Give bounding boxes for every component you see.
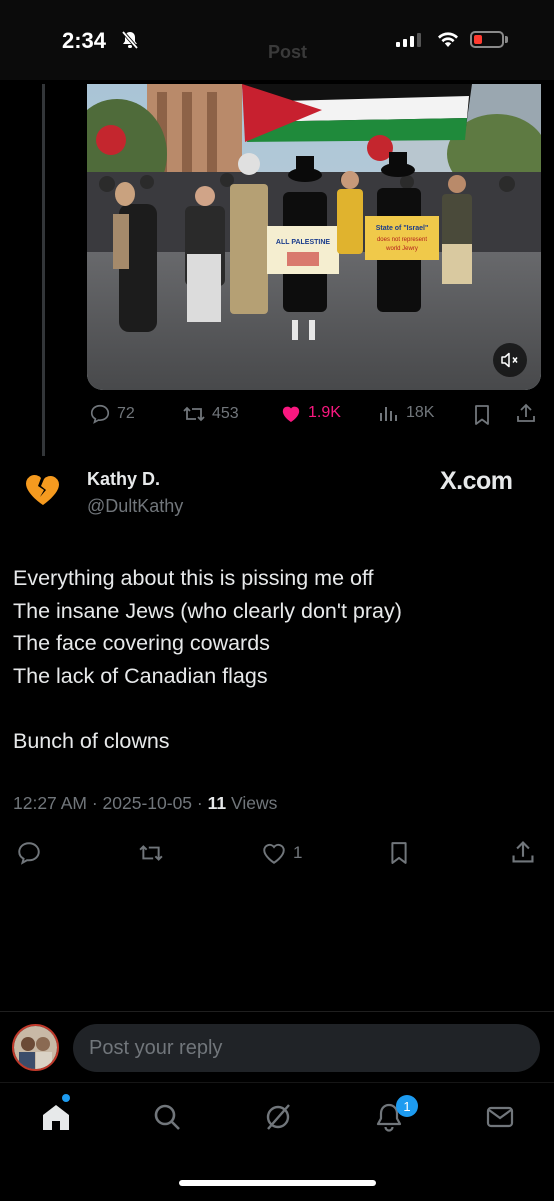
repost-stat[interactable]: 453 (182, 403, 239, 425)
silent-mode-icon (120, 30, 140, 55)
grok-tab[interactable] (262, 1101, 294, 1138)
divider (0, 1011, 554, 1012)
like-button[interactable]: 1 (261, 841, 302, 865)
like-count-main: 1 (293, 843, 303, 862)
svg-text:world Jewry: world Jewry (385, 246, 418, 252)
mail-icon (486, 1106, 514, 1128)
views-label: Views (230, 793, 278, 813)
thread-connector (42, 84, 45, 456)
repost-icon (139, 845, 163, 861)
bookmark-icon (475, 405, 489, 425)
like-count: 1.9K (308, 404, 341, 421)
views-stat[interactable]: 18K (378, 403, 434, 423)
reply-button[interactable] (16, 840, 42, 871)
bookmark-icon (391, 842, 407, 864)
reply-stat[interactable]: 72 (89, 403, 135, 425)
tweet-meta: 12:27 AM · 2025-10-05 · 11 Views (13, 793, 278, 813)
reply-icon (90, 404, 110, 424)
svg-text:does not represent: does not represent (377, 237, 427, 243)
x-com-logo: X.com (440, 467, 513, 495)
notifications-badge: 1 (396, 1095, 418, 1117)
wifi-icon (436, 30, 460, 53)
author-handle[interactable]: @DultKathy (87, 496, 183, 517)
repost-button[interactable] (137, 841, 165, 870)
cellular-signal-icon (396, 33, 421, 47)
share-icon (512, 841, 534, 863)
views-count: 18K (406, 404, 435, 421)
grok-icon (266, 1104, 290, 1130)
share-icon (517, 403, 535, 422)
reply-icon (18, 842, 40, 865)
bookmark-button[interactable] (472, 404, 492, 431)
tweet-text: Everything about this is pissing me off … (13, 566, 402, 753)
broken-heart-avatar-icon[interactable] (24, 473, 62, 512)
banner-all-palestine: ALL PALESTINE (276, 239, 331, 246)
reply-count: 72 (117, 405, 135, 422)
svg-text:State of "Israel": State of "Israel" (376, 225, 429, 232)
home-icon (43, 1105, 69, 1130)
like-stat[interactable]: 1.9K (280, 403, 341, 423)
bookmark-button-main[interactable] (388, 840, 410, 871)
tweet-date: 2025-10-05 (102, 793, 193, 813)
views-icon (380, 407, 397, 421)
reply-input[interactable]: Post your reply (73, 1024, 540, 1072)
status-time: 2:34 (62, 28, 107, 53)
header-title: Post (268, 42, 308, 62)
share-button[interactable] (515, 402, 537, 429)
home-indicator (179, 1180, 376, 1186)
search-icon (154, 1104, 180, 1130)
repost-icon (183, 406, 205, 422)
views-number: 11 (207, 793, 227, 813)
search-tab[interactable] (151, 1101, 183, 1138)
tweet-time: 12:27 AM (13, 793, 87, 813)
messages-tab[interactable] (484, 1101, 516, 1138)
heart-icon (263, 843, 285, 864)
video-thumbnail[interactable]: ALL PALESTINE State of "Israel" does not… (87, 84, 541, 390)
repost-count: 453 (212, 405, 239, 422)
user-avatar[interactable] (12, 1024, 59, 1071)
speaker-muted-icon (501, 352, 518, 368)
author-name[interactable]: Kathy D. (87, 469, 160, 490)
heart-filled-icon (282, 406, 300, 423)
home-tab[interactable] (40, 1101, 72, 1138)
share-button-main[interactable] (510, 839, 536, 870)
home-unread-dot (62, 1094, 70, 1102)
battery-icon (470, 31, 504, 48)
battery-nub (505, 36, 508, 43)
mute-button[interactable] (493, 343, 527, 377)
